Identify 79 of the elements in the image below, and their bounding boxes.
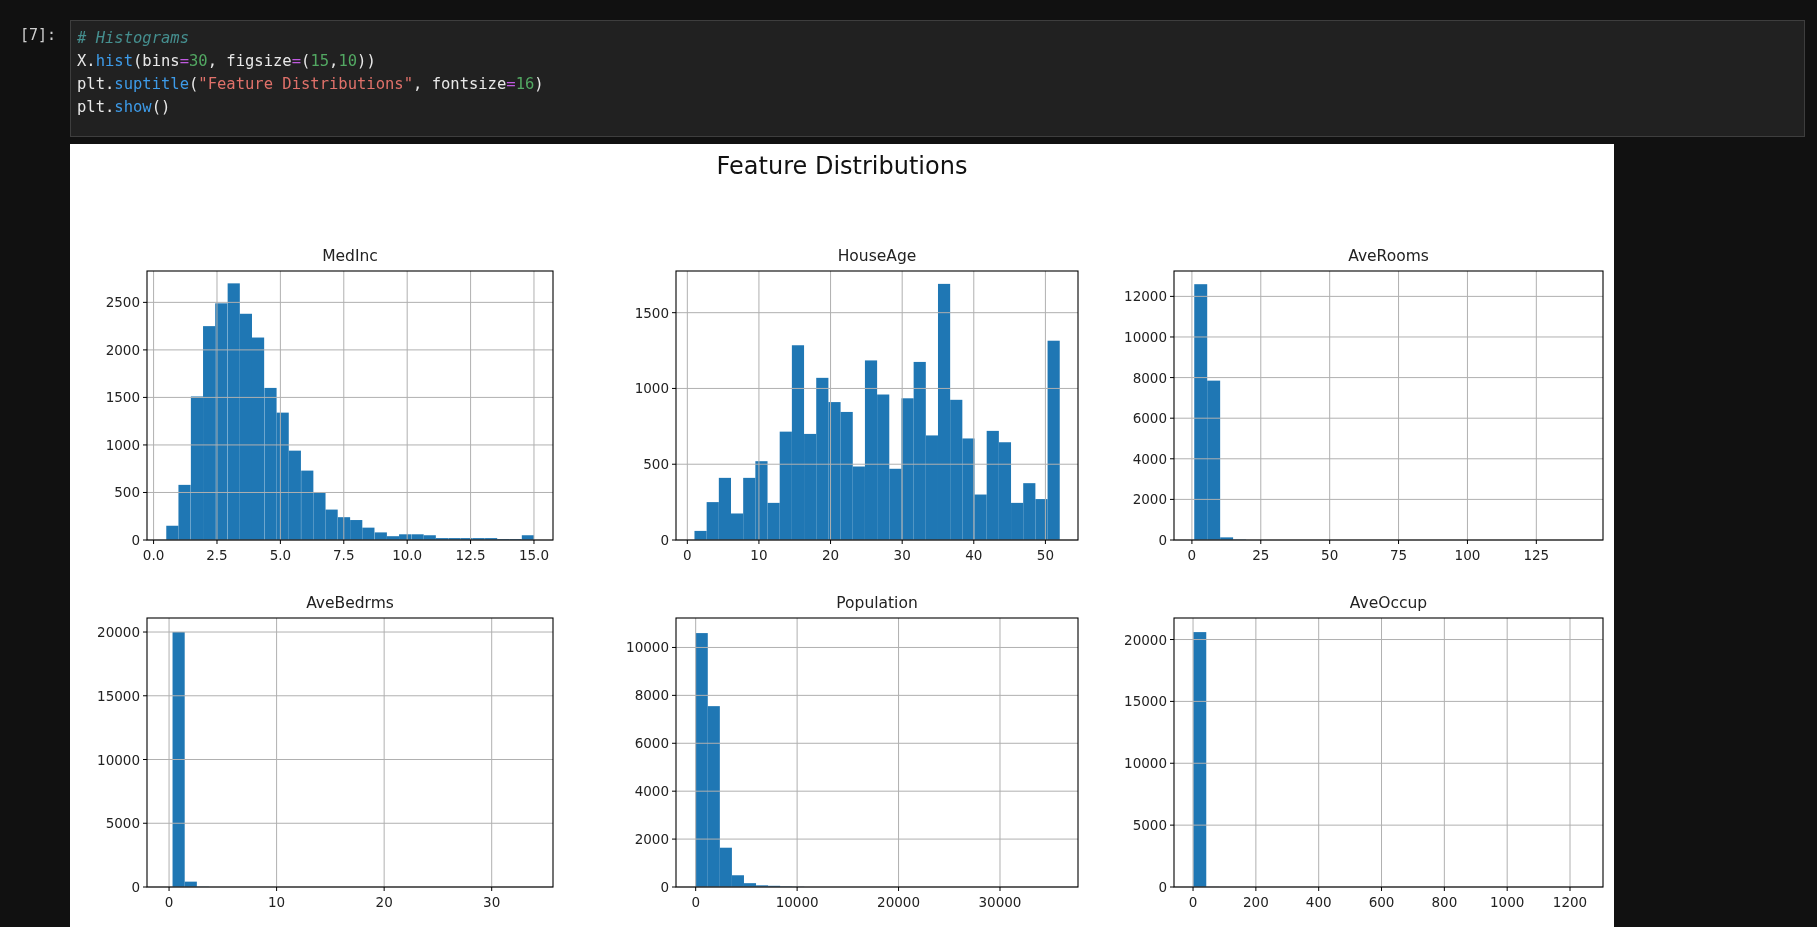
x-tick-label: 30 [893, 547, 911, 563]
x-tick-label: 1200 [1552, 894, 1588, 910]
y-tick-label: 5000 [105, 815, 140, 832]
x-tick-label: 0 [1187, 547, 1197, 563]
figure-title: Feature Distributions [716, 152, 968, 180]
y-tick-label: 0 [1158, 532, 1167, 548]
x-tick-label: 200 [1243, 894, 1269, 910]
y-tick-label: 6000 [634, 735, 669, 752]
x-tick-label: 10 [268, 894, 286, 910]
y-tick-label: 20000 [97, 624, 140, 640]
x-tick-label: 125 [1523, 547, 1550, 563]
x-tick-label: 0 [164, 894, 174, 910]
x-tick-label: 0 [1188, 894, 1198, 910]
chart-title: AveOccup [1349, 594, 1428, 612]
x-tick-label: 800 [1431, 894, 1458, 910]
x-tick-label: 0 [691, 894, 700, 910]
chart-title: AveRooms [1348, 247, 1429, 265]
y-tick-label: 0 [1158, 879, 1167, 895]
y-tick-label: 10000 [626, 639, 669, 656]
y-tick-label: 15000 [1124, 693, 1167, 710]
chart-title: HouseAge [837, 247, 917, 265]
y-tick-label: 10000 [97, 751, 140, 768]
x-tick-label: 50 [1321, 547, 1339, 563]
chart-title: MedInc [322, 247, 378, 265]
y-tick-label: 8000 [1132, 369, 1167, 386]
y-tick-label: 12000 [1124, 288, 1167, 305]
y-tick-label: 10000 [1124, 329, 1167, 345]
x-tick-label: 600 [1368, 894, 1395, 910]
x-tick-label: 20 [375, 894, 393, 910]
y-tick-label: 20000 [1124, 631, 1167, 648]
code-line: X.hist(bins=30, figsize=(15,10)) [77, 51, 376, 72]
y-tick-label: 2000 [634, 831, 669, 848]
chart-title: AveBedrms [306, 594, 394, 612]
y-tick-label: 2500 [105, 294, 140, 311]
x-tick-label: 10.0 [392, 547, 423, 563]
x-tick-label: 40 [965, 547, 983, 563]
y-tick-label: 2000 [1132, 491, 1167, 508]
x-tick-label: 0.0 [142, 547, 165, 563]
code-line: plt.suptitle("Feature Distributions", fontsize=16) [77, 74, 544, 95]
y-tick-label: 2000 [105, 341, 140, 358]
y-tick-label: 1000 [634, 380, 669, 397]
x-tick-label: 30000 [978, 894, 1022, 910]
x-tick-label: 75 [1389, 547, 1408, 563]
x-tick-label: 20000 [877, 894, 921, 910]
y-tick-label: 5000 [1132, 817, 1167, 834]
x-tick-label: 400 [1305, 894, 1332, 910]
y-tick-label: 4000 [1132, 450, 1167, 467]
y-tick-label: 6000 [1132, 410, 1167, 427]
x-tick-label: 10 [750, 547, 768, 563]
x-tick-label: 25 [1252, 547, 1270, 563]
y-tick-label: 1500 [634, 304, 669, 321]
y-tick-label: 4000 [634, 783, 669, 800]
y-tick-label: 0 [660, 879, 669, 895]
x-tick-label: 15.0 [518, 547, 549, 563]
x-tick-label: 10000 [775, 894, 819, 910]
x-tick-label: 1000 [1490, 894, 1525, 910]
y-tick-label: 1500 [105, 389, 140, 406]
code-line: plt.show() [77, 97, 171, 118]
y-tick-label: 0 [131, 532, 140, 548]
y-tick-label: 10000 [1124, 755, 1167, 772]
x-tick-label: 30 [483, 894, 501, 910]
y-tick-label: 15000 [97, 687, 140, 704]
x-tick-label: 2.5 [206, 547, 228, 563]
x-tick-label: 50 [1036, 547, 1054, 563]
cell-prompt: [7]: [19, 25, 58, 44]
x-tick-label: 7.5 [333, 547, 355, 563]
y-tick-label: 1000 [105, 436, 140, 453]
chart-title: Population [836, 594, 918, 612]
y-tick-label: 500 [114, 484, 140, 501]
y-tick-label: 0 [660, 532, 669, 548]
y-tick-label: 500 [643, 456, 669, 473]
x-tick-label: 12.5 [455, 547, 486, 563]
x-tick-label: 5.0 [269, 547, 292, 563]
y-tick-label: 8000 [634, 687, 669, 704]
y-tick-label: 0 [131, 879, 140, 895]
x-tick-label: 20 [821, 547, 840, 563]
x-tick-label: 100 [1454, 547, 1481, 563]
x-tick-label: 0 [683, 547, 692, 563]
code-comment: # Histograms [77, 28, 189, 49]
